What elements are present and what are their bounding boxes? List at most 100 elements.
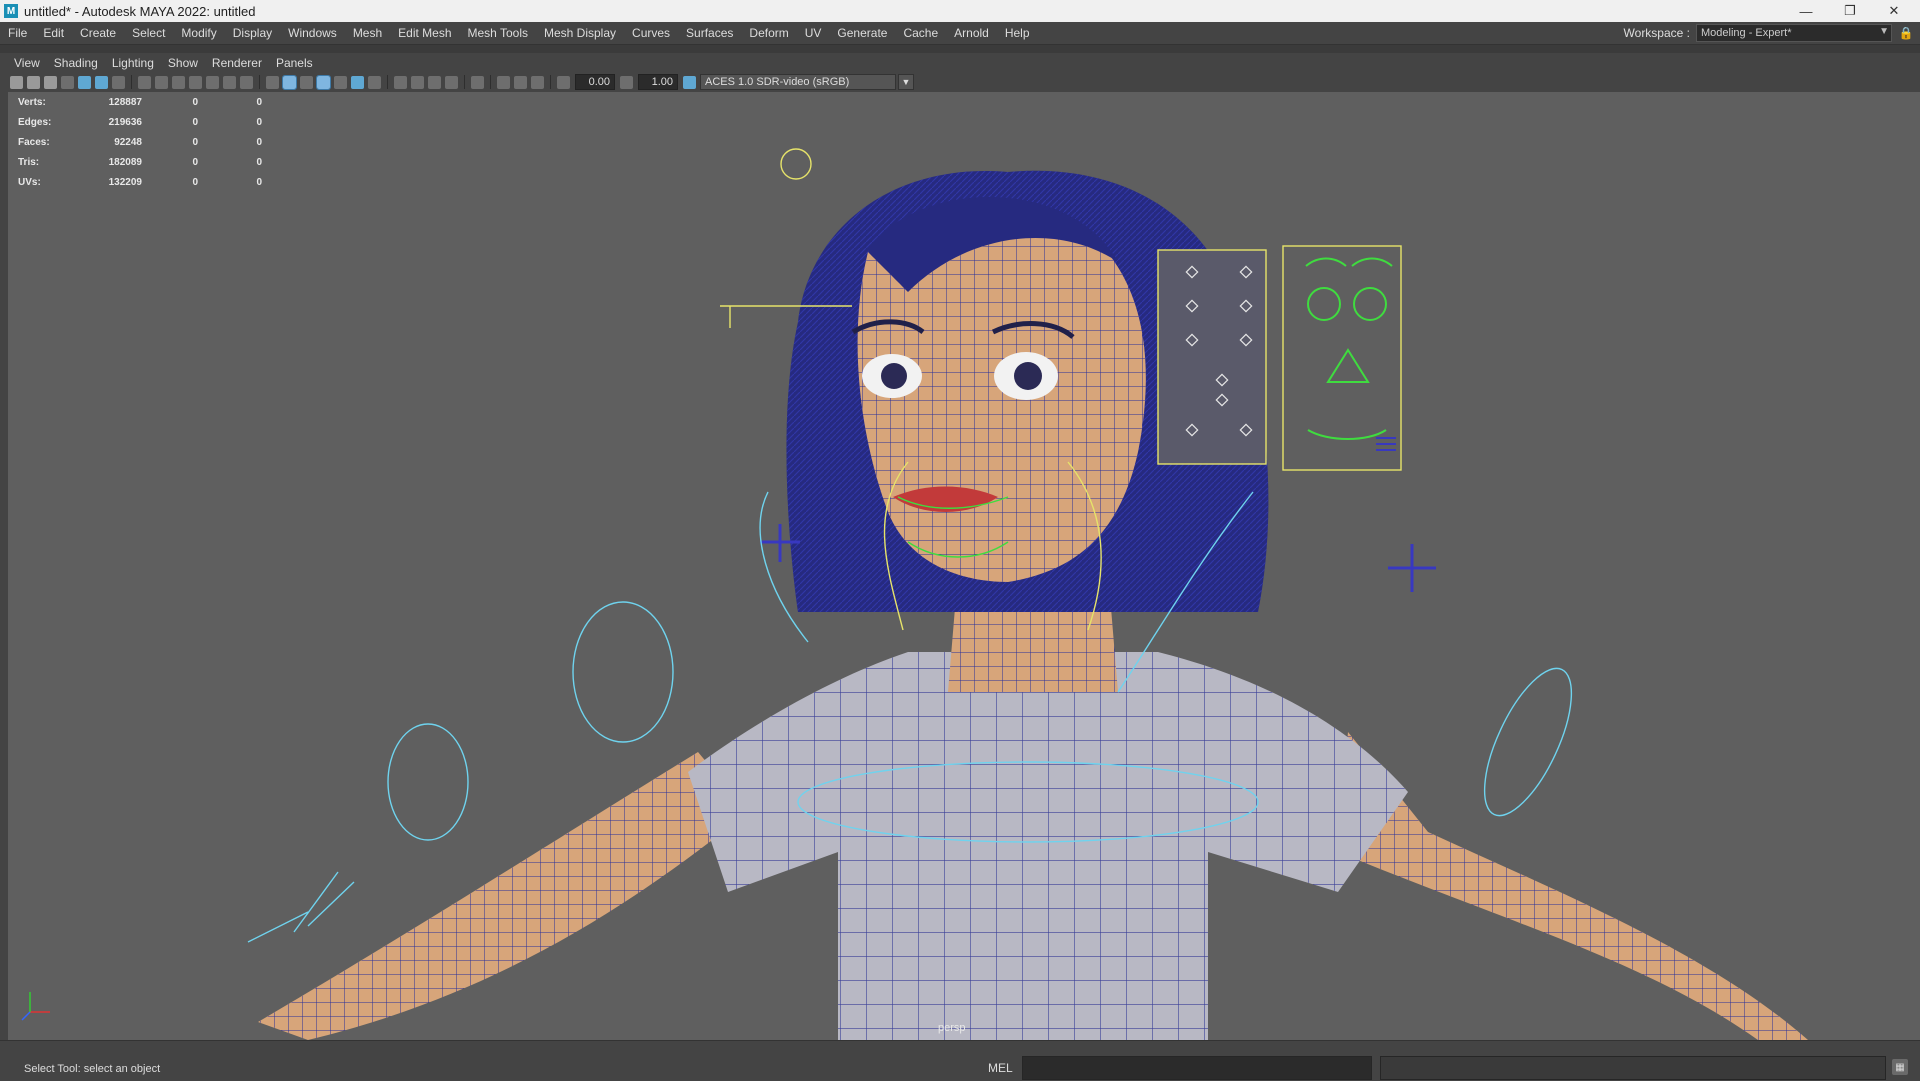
table-row: Edges: 219636 0 0 bbox=[18, 112, 262, 132]
menu-mesh[interactable]: Mesh bbox=[345, 26, 390, 40]
motion-blur-icon[interactable] bbox=[411, 75, 424, 89]
help-line: Select Tool: select an object bbox=[24, 1063, 161, 1075]
menu-edit-mesh[interactable]: Edit Mesh bbox=[390, 26, 459, 40]
panel-menu-view[interactable]: View bbox=[8, 56, 48, 70]
panel-toolbar: 0.00 1.00 ACES 1.0 SDR-video (sRGB) ▼ bbox=[8, 72, 1920, 92]
left-shoulder-control[interactable] bbox=[572, 601, 674, 743]
minimize-icon[interactable]: — bbox=[1784, 0, 1828, 22]
menu-help[interactable]: Help bbox=[997, 26, 1038, 40]
resolution-gate-icon[interactable] bbox=[172, 75, 185, 89]
menu-uv[interactable]: UV bbox=[797, 26, 830, 40]
panel-menu-shading[interactable]: Shading bbox=[48, 56, 106, 70]
face-mesh[interactable] bbox=[851, 197, 1146, 583]
panel-menu-panels[interactable]: Panels bbox=[270, 56, 321, 70]
workspace-dropdown[interactable]: Modeling - Expert* ▼ bbox=[1696, 24, 1892, 42]
film-gate-icon[interactable] bbox=[155, 75, 168, 89]
menu-mesh-tools[interactable]: Mesh Tools bbox=[460, 26, 536, 40]
textured-icon[interactable] bbox=[334, 75, 347, 89]
menu-select[interactable]: Select bbox=[124, 26, 173, 40]
table-row: Verts: 128887 0 0 bbox=[18, 92, 262, 112]
hud-value: 0 bbox=[256, 96, 262, 108]
hud-value: 0 bbox=[256, 116, 262, 128]
right-elbow-control[interactable] bbox=[1467, 657, 1589, 827]
head-control-circle[interactable] bbox=[780, 148, 812, 180]
menu-display[interactable]: Display bbox=[225, 26, 280, 40]
hud-label: UVs: bbox=[18, 176, 41, 188]
lock-icon[interactable]: 🔒 bbox=[1898, 26, 1914, 40]
color-space-dropdown[interactable]: ACES 1.0 SDR-video (sRGB) bbox=[700, 74, 896, 90]
wireframe-icon[interactable] bbox=[266, 75, 279, 89]
safe-action-icon[interactable] bbox=[223, 75, 236, 89]
panel-menu-show[interactable]: Show bbox=[162, 56, 206, 70]
gamma-field[interactable]: 1.00 bbox=[638, 74, 678, 90]
left-elbow-control[interactable] bbox=[387, 723, 469, 841]
default-material-icon[interactable] bbox=[300, 75, 313, 89]
anti-aliasing-icon[interactable] bbox=[428, 75, 441, 89]
exposure-icon[interactable] bbox=[557, 75, 570, 89]
chevron-down-icon[interactable]: ▼ bbox=[898, 74, 914, 90]
gamma-icon[interactable] bbox=[620, 75, 633, 89]
camera-attributes-icon[interactable] bbox=[27, 75, 40, 89]
chevron-down-icon: ▼ bbox=[1879, 26, 1889, 37]
select-camera-icon[interactable] bbox=[10, 75, 23, 89]
gate-mask-icon[interactable] bbox=[189, 75, 202, 89]
menu-deform[interactable]: Deform bbox=[741, 26, 796, 40]
depth-of-field-icon[interactable] bbox=[445, 75, 458, 89]
wireframe-on-shaded-icon[interactable] bbox=[316, 74, 331, 90]
hud-label: Verts: bbox=[18, 96, 46, 108]
smooth-shade-icon[interactable] bbox=[282, 74, 297, 90]
right-arm-mesh[interactable] bbox=[1338, 732, 1808, 1040]
perspective-viewport[interactable]: Verts: 128887 0 0 Edges: 219636 0 0 Face… bbox=[8, 92, 1920, 1040]
table-row: Tris: 182089 0 0 bbox=[18, 152, 262, 172]
right-ik-cross-icon[interactable] bbox=[1388, 544, 1436, 592]
restore-icon[interactable]: ❐ bbox=[1828, 0, 1872, 22]
left-arm-mesh[interactable] bbox=[258, 752, 748, 1040]
menu-modify[interactable]: Modify bbox=[173, 26, 224, 40]
menu-generate[interactable]: Generate bbox=[829, 26, 895, 40]
divider bbox=[0, 44, 1920, 53]
menu-edit[interactable]: Edit bbox=[35, 26, 72, 40]
field-chart-icon[interactable] bbox=[206, 75, 219, 89]
menu-arnold[interactable]: Arnold bbox=[946, 26, 997, 40]
paint-icon[interactable] bbox=[112, 75, 125, 89]
close-icon[interactable]: ✕ bbox=[1872, 0, 1916, 22]
scene-canvas[interactable] bbox=[8, 92, 1920, 1040]
panel-menu-renderer[interactable]: Renderer bbox=[206, 56, 270, 70]
xray-joints-icon[interactable] bbox=[514, 75, 527, 89]
screen-space-ao-icon[interactable] bbox=[394, 75, 407, 89]
command-result-field bbox=[1380, 1056, 1886, 1080]
table-row: UVs: 132209 0 0 bbox=[18, 172, 262, 192]
exposure-field[interactable]: 0.00 bbox=[575, 74, 615, 90]
menu-curves[interactable]: Curves bbox=[624, 26, 678, 40]
image-plane-icon[interactable] bbox=[61, 75, 74, 89]
xray-icon[interactable] bbox=[497, 75, 510, 89]
menu-mesh-display[interactable]: Mesh Display bbox=[536, 26, 624, 40]
isolate-select-icon[interactable] bbox=[471, 75, 484, 89]
finger-controls[interactable] bbox=[247, 871, 355, 943]
bookmarks-icon[interactable] bbox=[44, 75, 57, 89]
menu-surfaces[interactable]: Surfaces bbox=[678, 26, 741, 40]
color-management-icon[interactable] bbox=[683, 75, 696, 89]
command-language-toggle[interactable]: MEL bbox=[988, 1061, 1013, 1075]
hud-value: 0 bbox=[192, 136, 198, 148]
safe-title-icon[interactable] bbox=[240, 75, 253, 89]
2d-pan-zoom-icon[interactable] bbox=[95, 75, 108, 89]
hud-value: 0 bbox=[192, 96, 198, 108]
panel-menu-lighting[interactable]: Lighting bbox=[106, 56, 162, 70]
shadows-icon[interactable] bbox=[368, 75, 381, 89]
grid-icon[interactable] bbox=[138, 75, 151, 89]
xray-active-icon[interactable] bbox=[531, 75, 544, 89]
use-all-lights-icon[interactable] bbox=[351, 75, 364, 89]
toolbar-separator bbox=[387, 75, 388, 89]
grease-pencil-icon[interactable] bbox=[78, 75, 91, 89]
menu-windows[interactable]: Windows bbox=[280, 26, 345, 40]
face-gui-panel[interactable] bbox=[1157, 245, 1402, 471]
menu-create[interactable]: Create bbox=[72, 26, 124, 40]
command-line-input[interactable] bbox=[1022, 1056, 1372, 1080]
poly-count-hud: Verts: 128887 0 0 Edges: 219636 0 0 Face… bbox=[18, 92, 262, 192]
menu-file[interactable]: File bbox=[0, 26, 35, 40]
menu-cache[interactable]: Cache bbox=[895, 26, 946, 40]
workspace-label: Workspace : bbox=[1623, 26, 1690, 40]
script-editor-icon[interactable]: ▦ bbox=[1892, 1059, 1908, 1075]
shirt-mesh[interactable] bbox=[688, 652, 1408, 1040]
